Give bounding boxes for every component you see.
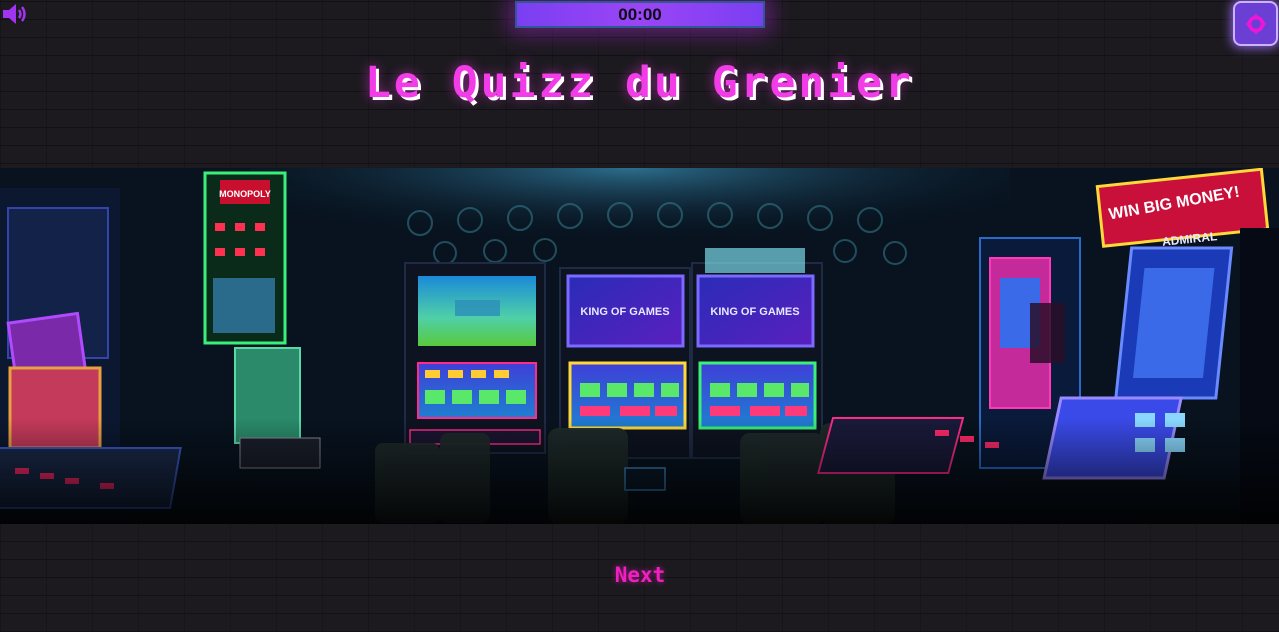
next-button[interactable]: Next <box>590 563 690 593</box>
settings-button[interactable] <box>1233 1 1278 46</box>
king-of-games-sign-2: KING OF GAMES <box>710 306 799 318</box>
volume-icon <box>3 4 26 24</box>
arcade-room-photo: MONOPOLY KING OF GAMES KING OF GAMES WIN… <box>0 168 1279 524</box>
hero-image: MONOPOLY KING OF GAMES KING OF GAMES WIN… <box>0 168 1279 524</box>
sound-toggle-button[interactable] <box>0 0 30 28</box>
page-title: Le Quizz du Grenier <box>365 58 914 108</box>
king-of-games-sign-1: KING OF GAMES <box>580 306 669 318</box>
settings-gear-icon <box>1246 14 1265 33</box>
monopoly-sign: MONOPOLY <box>219 189 271 199</box>
timer-bar: 00:00 <box>515 1 765 28</box>
timer-value: 00:00 <box>618 4 662 24</box>
